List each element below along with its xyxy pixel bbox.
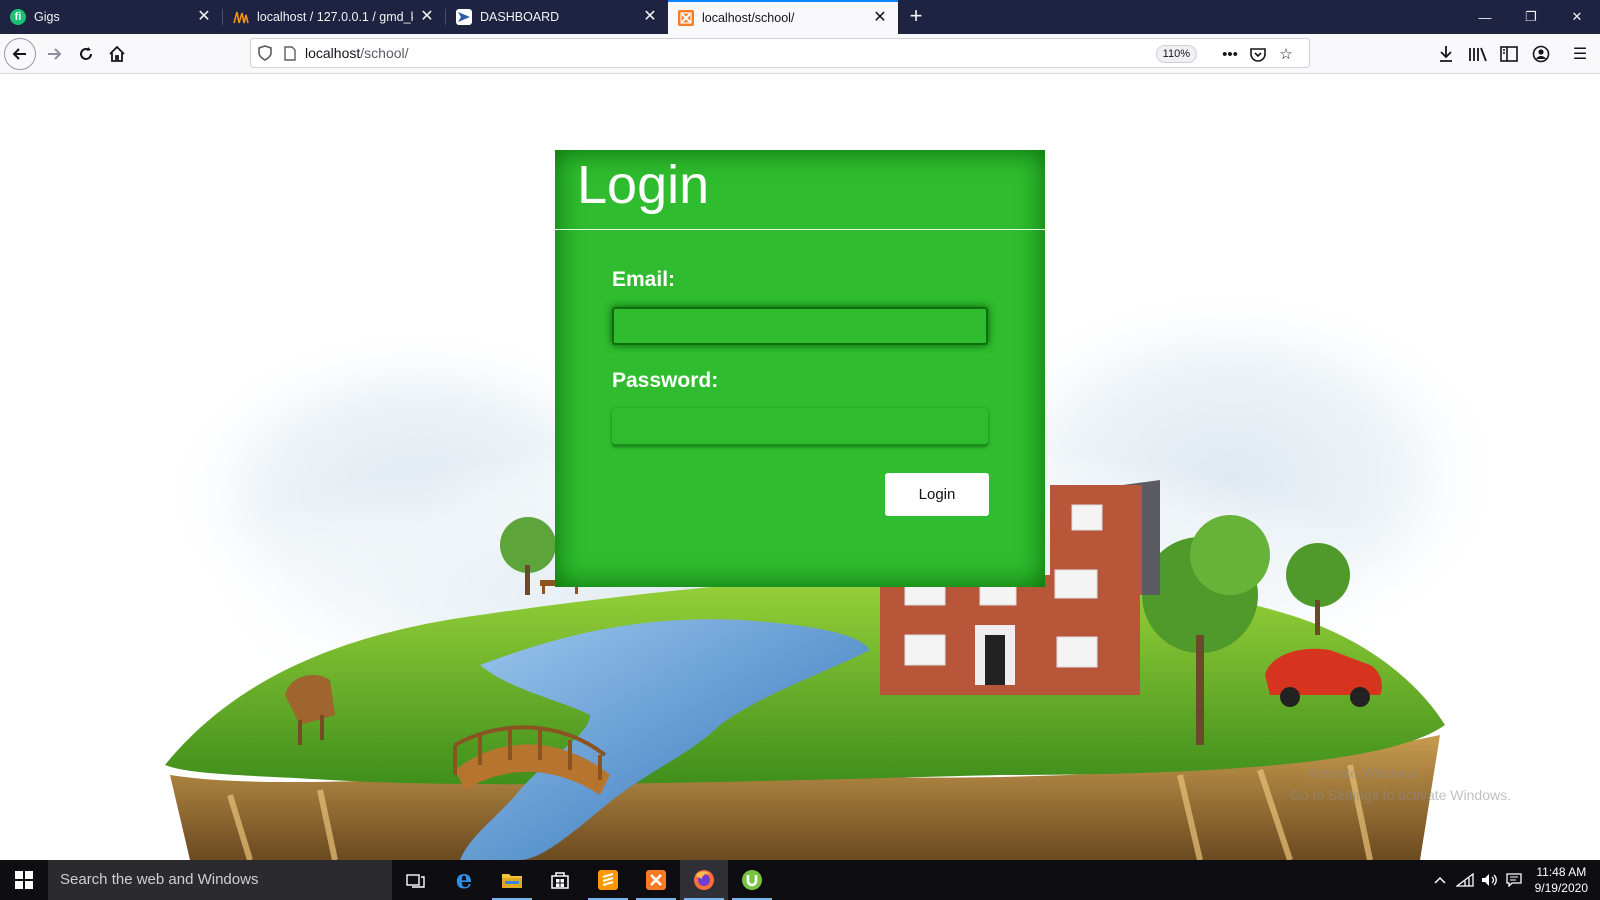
file-explorer-button[interactable]	[488, 860, 536, 900]
url-host: localhost	[305, 45, 361, 61]
activate-windows-watermark: Activate Windows Go to Settings to activ…	[1290, 762, 1511, 806]
taskbar-clock[interactable]: 11:48 AM 9/19/2020	[1535, 864, 1588, 896]
navigation-toolbar: localhost/school/ 110% ••• ☆ ☰	[0, 34, 1600, 74]
taskbar-search-box[interactable]: Search the web and Windows	[48, 860, 392, 900]
sublime-text-button[interactable]	[584, 860, 632, 900]
tab-label: Gigs	[34, 10, 60, 24]
back-arrow-icon	[12, 48, 26, 60]
clock-time: 11:48 AM	[1536, 865, 1587, 879]
tab-gigs[interactable]: fi Gigs ✕	[0, 0, 222, 34]
task-view-icon	[406, 874, 425, 888]
forward-button[interactable]	[38, 38, 70, 70]
store-bag-icon	[551, 872, 569, 889]
firefox-button[interactable]	[680, 860, 728, 900]
network-icon[interactable]	[1453, 860, 1477, 900]
action-center-icon[interactable]	[1502, 860, 1526, 900]
watermark-line-2: Go to Settings to activate Windows.	[1290, 787, 1511, 803]
utorrent-button[interactable]	[728, 860, 776, 900]
start-button[interactable]	[0, 860, 48, 900]
pocket-icon[interactable]	[1247, 43, 1269, 65]
windows-logo-icon	[15, 871, 33, 889]
edge-icon: e	[455, 865, 473, 895]
task-view-button[interactable]	[392, 860, 440, 900]
page-icon[interactable]	[279, 45, 301, 61]
page-actions-menu-icon[interactable]: •••	[1219, 43, 1241, 65]
hamburger-menu-icon[interactable]: ☰	[1568, 42, 1592, 66]
page-viewport: Login Email: Password: Login Activate Wi…	[0, 75, 1600, 860]
home-icon	[109, 45, 125, 62]
email-label: Email:	[612, 268, 676, 291]
close-tab-icon[interactable]: ✕	[642, 9, 658, 25]
password-label: Password:	[612, 369, 719, 392]
reload-button[interactable]	[70, 38, 102, 70]
show-hidden-icons-chevron-icon[interactable]	[1428, 860, 1452, 900]
tab-phpmyadmin[interactable]: localhost / 127.0.0.1 / gmd_kha ✕	[223, 0, 445, 34]
edge-browser-button[interactable]: e	[440, 860, 488, 900]
url-path: /school/	[360, 45, 409, 61]
folder-icon	[502, 874, 522, 888]
restore-window-button[interactable]: ❐	[1508, 0, 1554, 34]
forward-arrow-icon	[48, 48, 62, 60]
password-field[interactable]	[612, 408, 988, 446]
address-bar[interactable]: localhost/school/ 110% ••• ☆	[250, 38, 1310, 68]
account-icon[interactable]	[1529, 42, 1553, 66]
login-title: Login	[577, 155, 710, 215]
clock-date: 9/19/2020	[1534, 881, 1588, 895]
windows-taskbar: Search the web and Windows e 11:48 AM 9/…	[0, 860, 1600, 900]
minimize-window-button[interactable]: —	[1462, 0, 1508, 34]
email-field[interactable]	[612, 307, 988, 345]
firefox-icon	[694, 870, 714, 890]
xampp-icon	[678, 10, 694, 26]
login-button[interactable]: Login	[885, 473, 989, 516]
back-button[interactable]	[4, 38, 36, 70]
new-tab-button[interactable]: +	[904, 5, 928, 29]
close-tab-icon[interactable]: ✕	[872, 10, 888, 26]
tab-school[interactable]: localhost/school/ ✕	[668, 0, 898, 34]
tab-dashboard[interactable]: DASHBOARD ✕	[446, 0, 668, 34]
phpmyadmin-icon	[233, 9, 249, 25]
downloads-icon[interactable]	[1434, 42, 1458, 66]
browser-tab-strip: fi Gigs ✕ localhost / 127.0.0.1 / gmd_kh…	[0, 0, 1600, 34]
sublime-text-icon	[598, 870, 618, 890]
tracking-protection-shield-icon[interactable]	[251, 45, 279, 61]
login-panel: Login Email: Password: Login	[555, 150, 1045, 587]
close-tab-icon[interactable]: ✕	[196, 9, 212, 25]
tab-label: localhost / 127.0.0.1 / gmd_kha	[257, 10, 413, 24]
fiverr-icon: fi	[10, 9, 26, 25]
tab-label: DASHBOARD	[480, 10, 560, 24]
tab-label: localhost/school/	[702, 11, 795, 25]
xampp-icon	[646, 870, 666, 890]
library-icon[interactable]	[1466, 42, 1490, 66]
bookmark-star-icon[interactable]: ☆	[1275, 43, 1297, 65]
watermark-line-1: Activate Windows	[1308, 765, 1419, 781]
xampp-control-button[interactable]	[632, 860, 680, 900]
close-window-button[interactable]: ✕	[1554, 0, 1600, 34]
dashboard-icon	[456, 9, 472, 25]
utorrent-icon	[742, 870, 762, 890]
volume-icon[interactable]	[1478, 860, 1502, 900]
close-tab-icon[interactable]: ✕	[419, 9, 435, 25]
zoom-level-badge[interactable]: 110%	[1155, 45, 1197, 63]
home-button[interactable]	[101, 38, 133, 70]
reload-icon	[80, 47, 92, 60]
login-header: Login	[555, 150, 1045, 230]
store-button[interactable]	[536, 860, 584, 900]
sidebar-toggle-icon[interactable]	[1497, 42, 1521, 66]
